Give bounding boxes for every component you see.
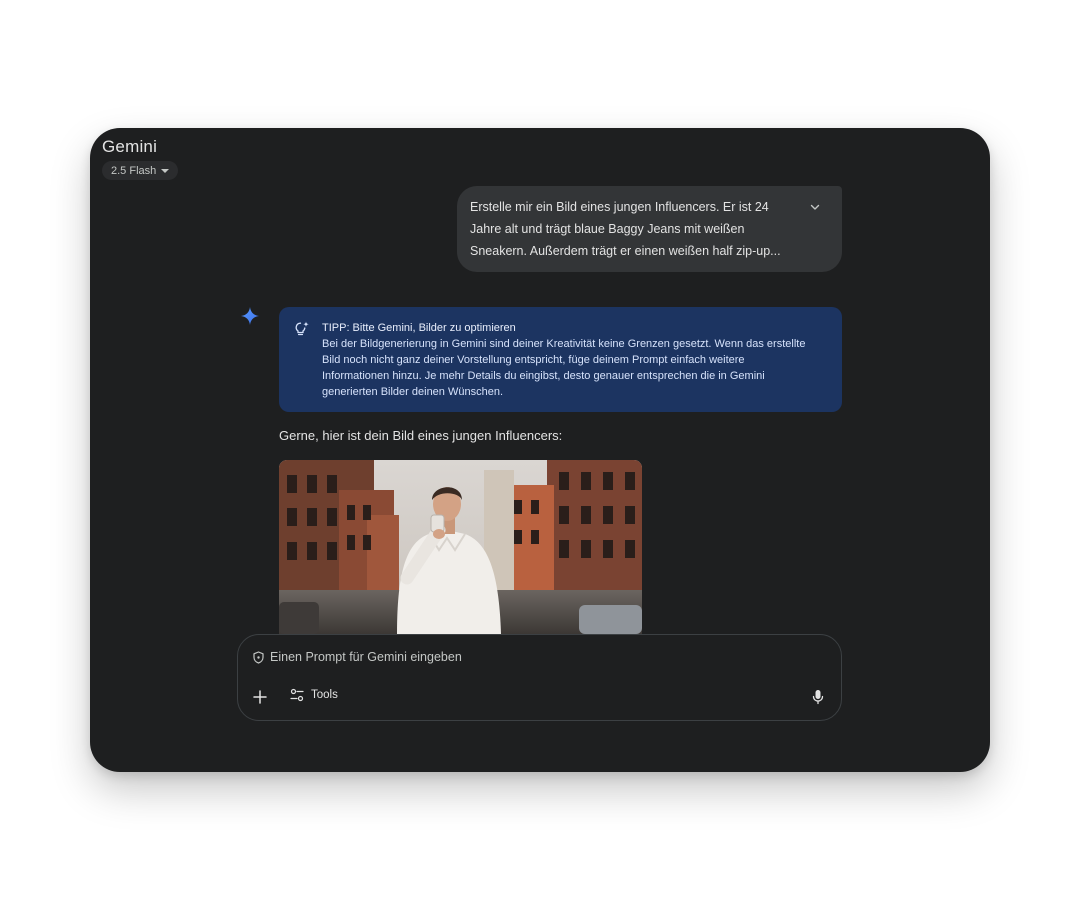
- prompt-input[interactable]: [270, 650, 670, 664]
- tip-line: Bei der Bildgenerierung in Gemini sind d…: [322, 338, 806, 350]
- chevron-down-icon[interactable]: [808, 200, 822, 214]
- user-message-line: Sneakern. Außerdem trägt er einen weißen…: [470, 244, 781, 258]
- tools-label: Tools: [311, 689, 338, 701]
- prompt-row: [252, 650, 670, 664]
- sliders-icon: [290, 688, 304, 702]
- prompt-input-box: Tools: [237, 634, 842, 721]
- tip-line: Informationen hinzu. Je mehr Details du …: [322, 370, 765, 382]
- tip-title: TIPP: Bitte Gemini, Bilder zu optimieren: [322, 322, 516, 334]
- tools-button[interactable]: Tools: [290, 688, 338, 702]
- user-message-line: Jahre alt und trägt blaue Baggy Jeans mi…: [470, 222, 745, 236]
- response-text: Gerne, hier ist dein Bild eines jungen I…: [279, 428, 563, 443]
- gemini-app-window: Gemini 2.5 Flash Erstelle mir ein Bild e…: [90, 128, 990, 772]
- tip-line: generierten Bilder deinen Wünschen.: [322, 386, 504, 398]
- tip-card: TIPP: Bitte Gemini, Bilder zu optimieren…: [279, 307, 842, 412]
- model-selector[interactable]: 2.5 Flash: [102, 161, 179, 180]
- generated-image[interactable]: [279, 460, 642, 634]
- lightbulb-sparkle-icon: [295, 321, 309, 336]
- generated-image-illustration: [279, 460, 642, 634]
- user-message-bubble: Erstelle mir ein Bild eines jungen Influ…: [457, 186, 842, 272]
- add-plus-icon[interactable]: [252, 689, 268, 705]
- microphone-icon[interactable]: [811, 689, 825, 705]
- caret-down-icon: [161, 168, 170, 173]
- gemini-sparkle-icon: [241, 307, 259, 325]
- tip-line: Bild noch nicht ganz deiner Vorstellung …: [322, 354, 745, 366]
- model-label: 2.5 Flash: [111, 164, 157, 177]
- app-title: Gemini: [102, 137, 158, 156]
- user-message-line: Erstelle mir ein Bild eines jungen Influ…: [470, 200, 769, 214]
- shield-icon: [253, 650, 264, 664]
